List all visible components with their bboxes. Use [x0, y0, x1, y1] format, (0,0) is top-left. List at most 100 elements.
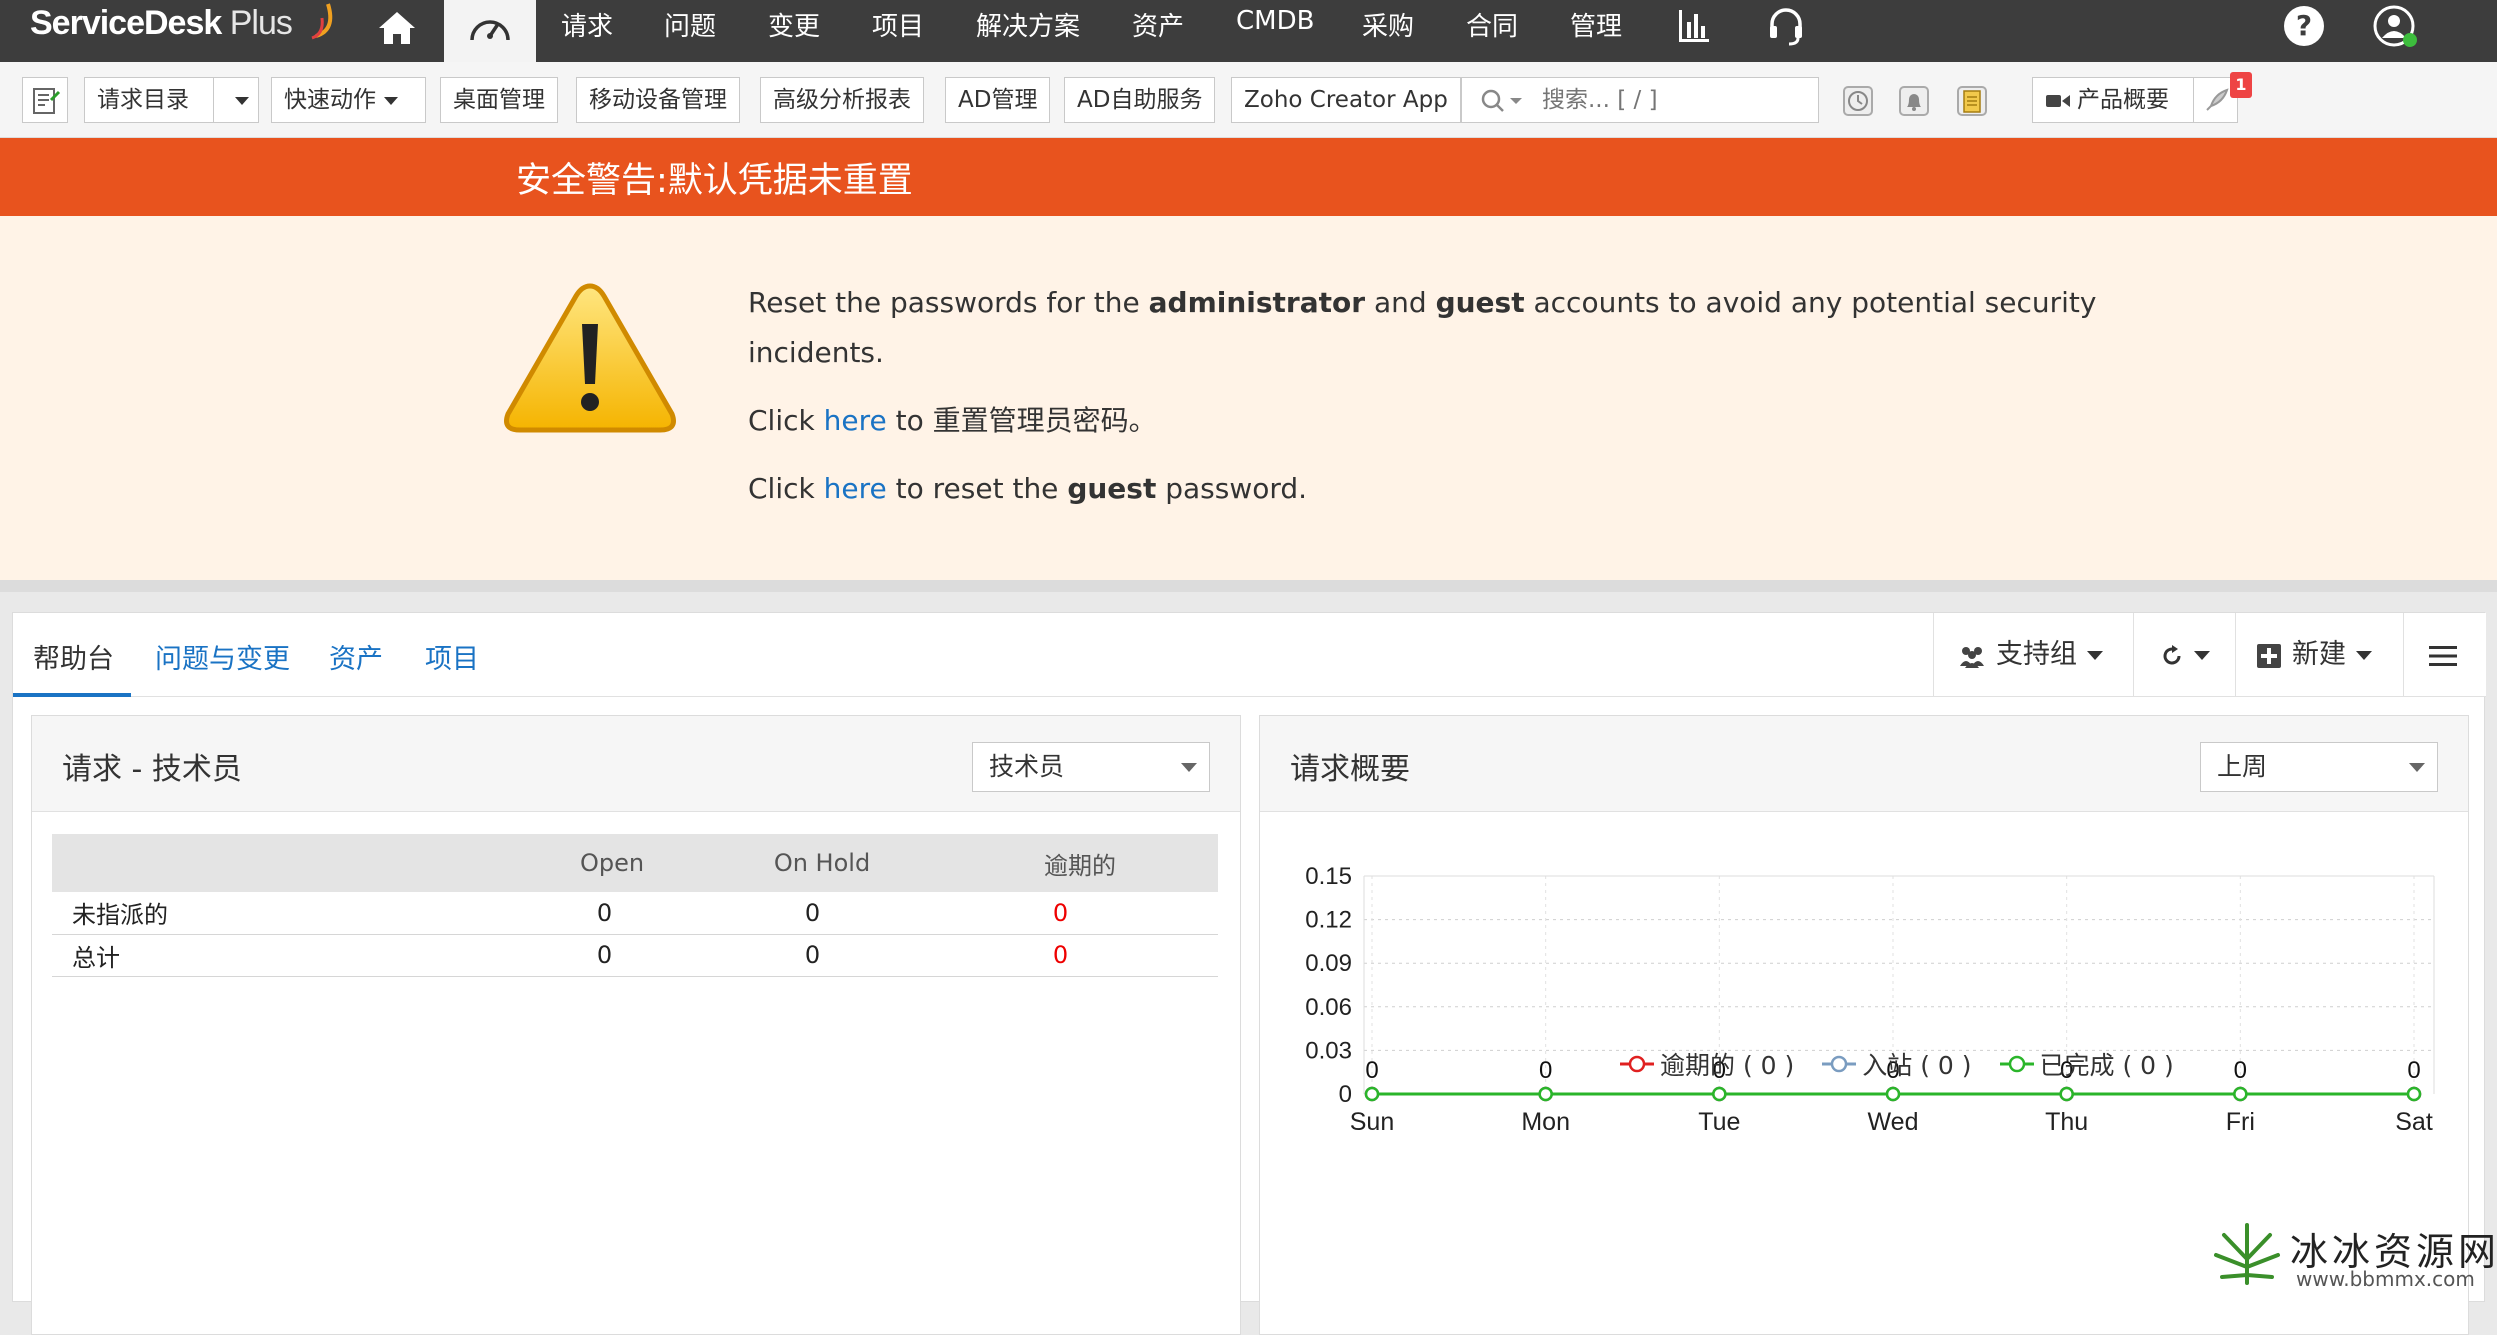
- legend-marker-icon: [1999, 1055, 2034, 1073]
- chevron-down-icon: [1181, 763, 1197, 772]
- x-tick-label: Sun: [1350, 1108, 1394, 1136]
- nav-solutions[interactable]: 解决方案: [976, 6, 1080, 43]
- alert-text: Reset the passwords for the: [748, 286, 1149, 319]
- y-tick-label: 0.12: [1305, 907, 1352, 934]
- new-dropdown[interactable]: 新建: [2235, 613, 2403, 697]
- refresh-dropdown[interactable]: [2133, 613, 2235, 697]
- global-search[interactable]: [1461, 77, 1819, 123]
- nav-requests[interactable]: 请求: [561, 6, 613, 43]
- data-label: 0: [1365, 1057, 1378, 1084]
- quick-toolbar: 请求目录 快速动作 桌面管理 移动设备管理 高级分析报表 AD管理 AD自助服务…: [0, 62, 2497, 138]
- notifications-button[interactable]: [1890, 77, 1936, 123]
- servicedesk-logo[interactable]: ServiceDesk Plus: [30, 4, 293, 43]
- legend-item[interactable]: 入站 ( 0 ): [1822, 1046, 1972, 1082]
- tab-problems-changes[interactable]: 问题与变更: [155, 637, 290, 676]
- tab-assets[interactable]: 资产: [329, 637, 383, 676]
- video-camera-icon: [2046, 95, 2070, 107]
- refresh-icon: [2163, 644, 2181, 664]
- search-input[interactable]: [1540, 84, 1810, 116]
- dashboard-tab-bar: 帮助台 问题与变更 资产 项目 支持组 新建: [13, 613, 2486, 697]
- alert-text: to 重置管理员密码。: [886, 404, 1157, 437]
- tasks-button[interactable]: [1948, 77, 1994, 123]
- alert-text: password.: [1156, 472, 1308, 505]
- legend-item[interactable]: 逾期的 ( 0 ): [1620, 1046, 1794, 1082]
- hamburger-menu-icon: [2429, 645, 2457, 666]
- overdue-count[interactable]: 0: [942, 934, 1218, 977]
- security-alert-title: 安全警告:默认凭据未重置: [516, 161, 913, 201]
- history-button[interactable]: [1834, 77, 1880, 123]
- onhold-count[interactable]: 0: [702, 892, 942, 935]
- dashboard-gauge-icon: [470, 20, 510, 41]
- nav-projects[interactable]: 项目: [872, 6, 924, 43]
- y-tick-label: 0.09: [1305, 950, 1352, 977]
- chevron-down-icon: [2409, 763, 2425, 772]
- overdue-count[interactable]: 0: [942, 892, 1218, 935]
- requests-table: Open On Hold 逾期的 未指派的 0 0 0 总计 0 0 0: [52, 834, 1218, 977]
- dashboard-tab[interactable]: [444, 0, 536, 62]
- ad-self-service-button[interactable]: AD自助服务: [1064, 77, 1216, 123]
- nav-assets[interactable]: 资产: [1132, 6, 1184, 43]
- alert-line-1: Reset the passwords for the administrato…: [748, 278, 2096, 328]
- active-tab-indicator: [13, 693, 131, 697]
- technician-select[interactable]: 技术员: [972, 742, 1210, 792]
- rocket-icon: [2206, 88, 2229, 111]
- tab-helpdesk[interactable]: 帮助台: [33, 637, 114, 676]
- onhold-count[interactable]: 0: [702, 934, 942, 977]
- nav-admin[interactable]: 管理: [1570, 6, 1622, 43]
- panel-header: 请求 - 技术员 技术员: [32, 716, 1240, 812]
- alert-text: Click: [748, 404, 824, 437]
- mobile-device-management-button[interactable]: 移动设备管理: [576, 77, 740, 123]
- x-tick-label: Wed: [1868, 1108, 1919, 1136]
- reports-chart-icon[interactable]: [1676, 8, 1712, 44]
- column-header-onhold: On Hold: [702, 834, 942, 892]
- y-tick-label: 0.03: [1305, 1037, 1352, 1064]
- alert-line-1-wrap: incidents.: [748, 336, 884, 369]
- alert-line-3: Click here to reset the guest password.: [748, 464, 1307, 514]
- reset-guest-password-link[interactable]: here: [824, 472, 887, 505]
- nav-problems[interactable]: 问题: [664, 6, 716, 43]
- tab-projects[interactable]: 项目: [425, 637, 479, 676]
- open-count[interactable]: 0: [522, 934, 702, 977]
- x-tick-label: Sat: [2395, 1108, 2433, 1136]
- product-overview-button[interactable]: 产品概要: [2032, 77, 2238, 123]
- row-label[interactable]: 未指派的: [52, 892, 522, 935]
- help-icon[interactable]: ?: [2284, 6, 2324, 46]
- headset-icon[interactable]: [1767, 6, 1805, 46]
- requests-technician-panel: 请求 - 技术员 技术员 Open On Hold 逾期的 未指派的 0 0 0…: [31, 715, 1241, 1335]
- logo-plus: Plus: [221, 4, 293, 42]
- support-group-dropdown[interactable]: 支持组: [1933, 613, 2133, 697]
- desktop-management-button[interactable]: 桌面管理: [440, 77, 558, 123]
- data-point: [1885, 1086, 1901, 1102]
- security-alert-banner: 安全警告:默认凭据未重置: [0, 138, 2497, 216]
- user-profile-icon[interactable]: [2372, 4, 2420, 50]
- nav-contracts[interactable]: 合同: [1466, 6, 1518, 43]
- panel-header: 请求概要 上周: [1260, 716, 2468, 812]
- ad-management-button[interactable]: AD管理: [945, 77, 1051, 123]
- nav-changes[interactable]: 变更: [768, 6, 820, 43]
- period-select[interactable]: 上周: [2200, 742, 2438, 792]
- row-label[interactable]: 总计: [52, 934, 522, 977]
- logo-swoosh-icon: [311, 3, 333, 40]
- quick-actions-dropdown[interactable]: 快速动作: [271, 77, 426, 123]
- new-request-button[interactable]: [22, 77, 68, 123]
- open-count[interactable]: 0: [522, 892, 702, 935]
- reset-admin-password-link[interactable]: here: [824, 404, 887, 437]
- menu-button[interactable]: [2403, 613, 2486, 697]
- top-navigation-bar: ServiceDesk Plus 请求 问题 变更 项目 解决方案 资产 CMD…: [0, 0, 2497, 62]
- data-point: [2059, 1086, 2074, 1102]
- home-icon[interactable]: [374, 6, 420, 52]
- new-request-icon: [33, 88, 61, 114]
- advanced-analytics-button[interactable]: 高级分析报表: [760, 77, 924, 123]
- request-catalog-dropdown[interactable]: 请求目录: [84, 77, 259, 123]
- column-header: [52, 834, 522, 892]
- add-icon: [2257, 643, 2281, 668]
- zoho-creator-button[interactable]: Zoho Creator App: [1231, 77, 1461, 123]
- nav-purchase[interactable]: 采购: [1362, 6, 1414, 43]
- legend-item[interactable]: 已完成 ( 0 ): [1999, 1046, 2174, 1082]
- chart-legend: 逾期的 ( 0 ) 入站 ( 0 ) 已完成 ( 0 ): [1620, 1046, 2202, 1082]
- x-tick-label: Thu: [2045, 1108, 2088, 1136]
- nav-cmdb[interactable]: CMDB: [1236, 6, 1314, 36]
- dashboard-workspace: 帮助台 问题与变更 资产 项目 支持组 新建 请求 - 技术员 技术员 Open…: [12, 612, 2486, 1335]
- x-tick-label: Mon: [1521, 1108, 1570, 1136]
- leaf-logo-icon: [2214, 1223, 2280, 1285]
